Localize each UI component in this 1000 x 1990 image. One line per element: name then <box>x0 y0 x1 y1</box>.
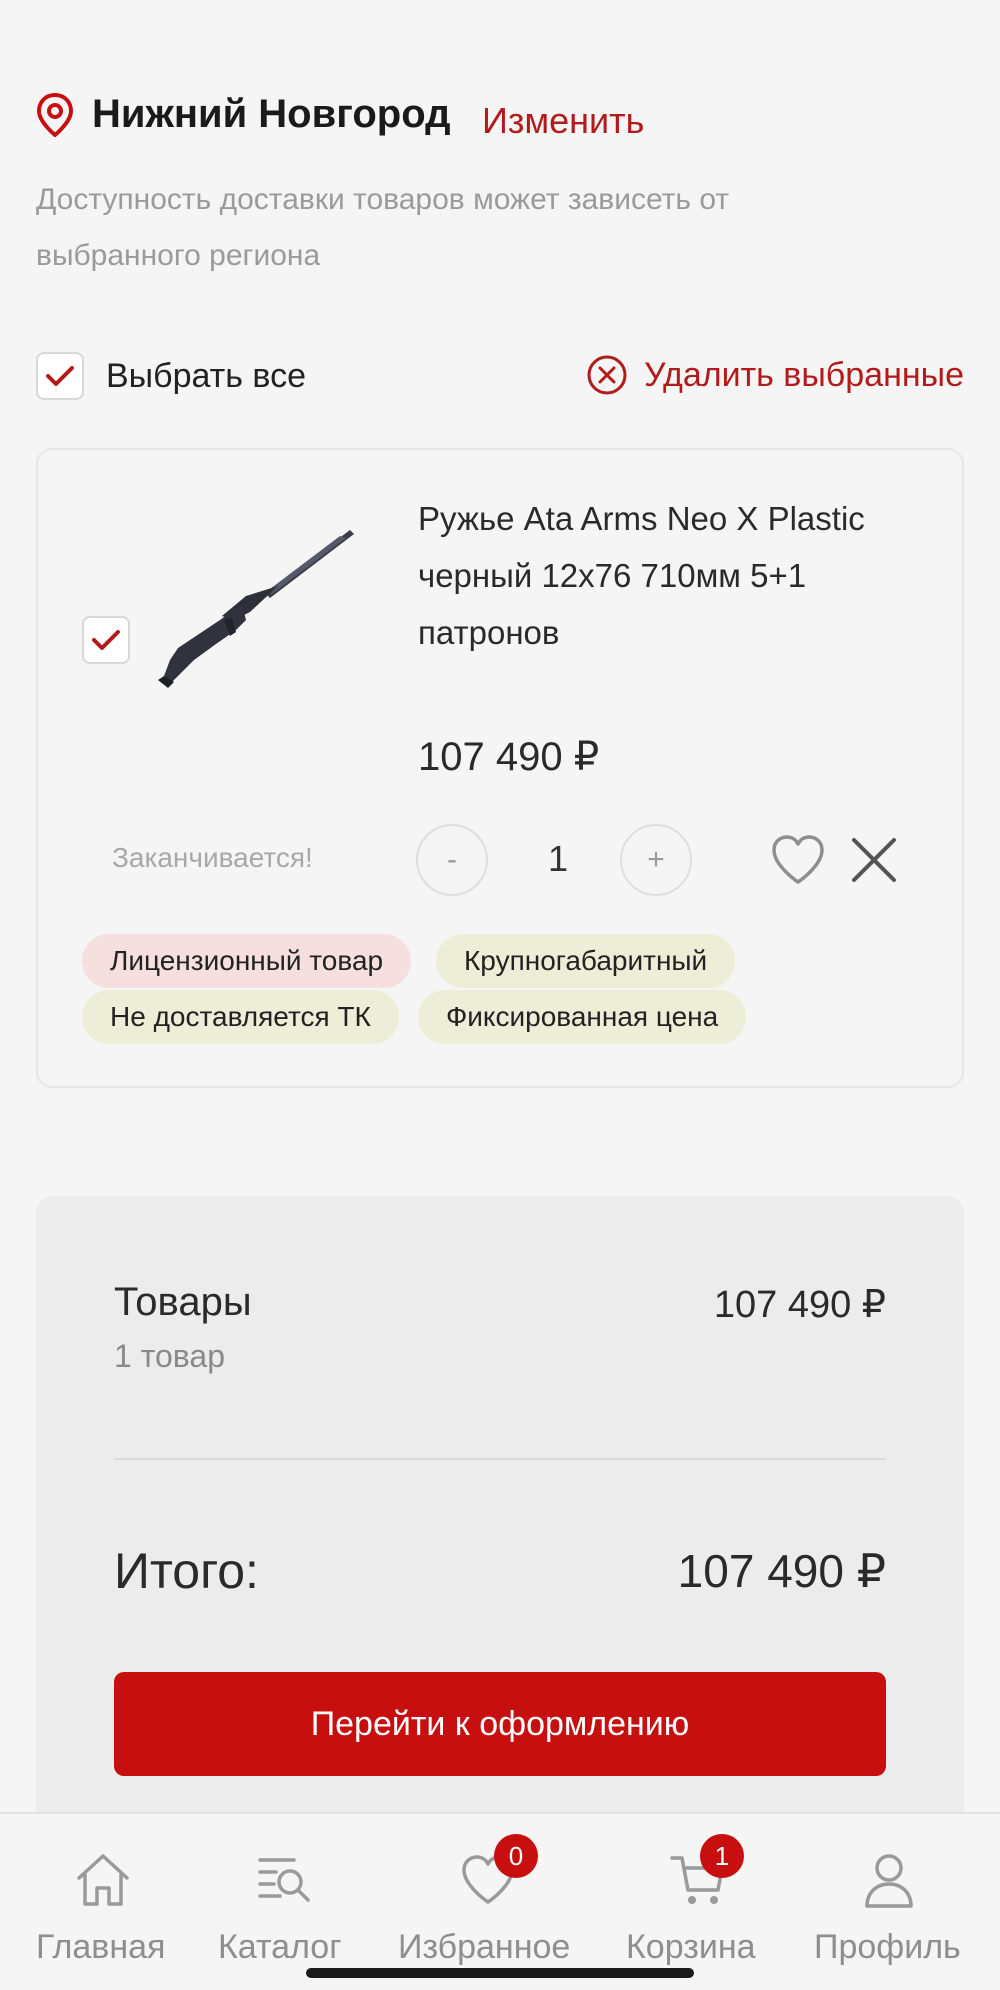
item-checkbox[interactable] <box>82 616 130 664</box>
checkout-button[interactable]: Перейти к оформлению <box>114 1672 886 1776</box>
select-all-control[interactable]: Выбрать все <box>36 352 306 400</box>
nav-item-home[interactable]: Главная <box>36 1814 170 1990</box>
quantity-increase-button[interactable]: + <box>620 824 692 896</box>
summary-divider <box>114 1458 886 1460</box>
product-title[interactable]: Ружье Ata Arms Neo X Plastic черный 12х7… <box>418 490 938 661</box>
tag-licensed: Лицензионный товар <box>82 934 412 988</box>
heart-icon[interactable] <box>770 834 826 886</box>
nav-item-catalog[interactable]: Каталог <box>216 1814 350 1990</box>
cart-item-card: Ружье Ata Arms Neo X Plastic черный 12х7… <box>36 448 964 1088</box>
close-circle-icon <box>587 355 627 395</box>
remove-item-icon[interactable] <box>850 836 898 884</box>
region-delivery-note: Доступность доставки товаров может завис… <box>36 183 730 272</box>
total-label: Итого: <box>114 1543 259 1599</box>
nav-item-cart[interactable]: 1 Корзина <box>626 1814 766 1990</box>
nav-label-catalog: Каталог <box>218 1928 342 1966</box>
quantity-value: 1 <box>547 838 569 879</box>
catalog-search-icon <box>258 1858 310 1902</box>
delete-selected-label: Удалить выбранные <box>644 355 964 394</box>
current-city: Нижний Новгород <box>92 92 451 136</box>
nav-label-favorites: Избранное <box>398 1928 571 1966</box>
goods-count: 1 товар <box>114 1338 226 1374</box>
home-indicator <box>306 1968 694 1978</box>
select-all-checkbox[interactable] <box>36 352 84 400</box>
nav-item-profile[interactable]: Профиль <box>814 1814 964 1990</box>
change-region-link[interactable]: Изменить <box>482 100 644 142</box>
quantity-decrease-button[interactable]: - <box>416 824 488 896</box>
delete-selected-button[interactable]: Удалить выбранные <box>586 354 964 396</box>
product-price: 107 490 ₽ <box>418 735 600 779</box>
goods-label: Товары <box>114 1280 252 1324</box>
order-summary: Товары 107 490 ₽ 1 товар Итого: 107 490 … <box>36 1196 964 1836</box>
tag-no-courier-delivery: Не доставляется ТК <box>82 990 399 1044</box>
checkmark-icon <box>46 366 74 386</box>
stock-status: Заканчивается! <box>112 842 313 873</box>
select-all-label: Выбрать все <box>106 356 306 395</box>
nav-label-home: Главная <box>36 1928 166 1966</box>
favorites-count-badge: 0 <box>494 1834 538 1878</box>
goods-value: 107 490 ₽ <box>713 1284 886 1326</box>
nav-label-profile: Профиль <box>814 1928 961 1966</box>
checkmark-icon <box>92 630 120 650</box>
region-selector: Нижний Новгород <box>36 92 451 137</box>
tag-oversized: Крупногабаритный <box>436 934 736 988</box>
cart-count-badge: 1 <box>700 1834 744 1878</box>
nav-item-favorites[interactable]: 0 Избранное <box>398 1814 578 1990</box>
profile-icon <box>865 1854 913 1908</box>
bottom-navigation: Главная Каталог 0 Избранное 1 Корзина Пр… <box>0 1812 1000 1990</box>
tag-fixed-price: Фиксированная цена <box>418 990 747 1044</box>
home-icon <box>77 1854 129 1906</box>
total-value: 107 490 ₽ <box>677 1545 886 1597</box>
nav-label-cart: Корзина <box>626 1928 756 1966</box>
location-pin-icon <box>36 92 74 137</box>
product-image[interactable] <box>150 520 360 690</box>
